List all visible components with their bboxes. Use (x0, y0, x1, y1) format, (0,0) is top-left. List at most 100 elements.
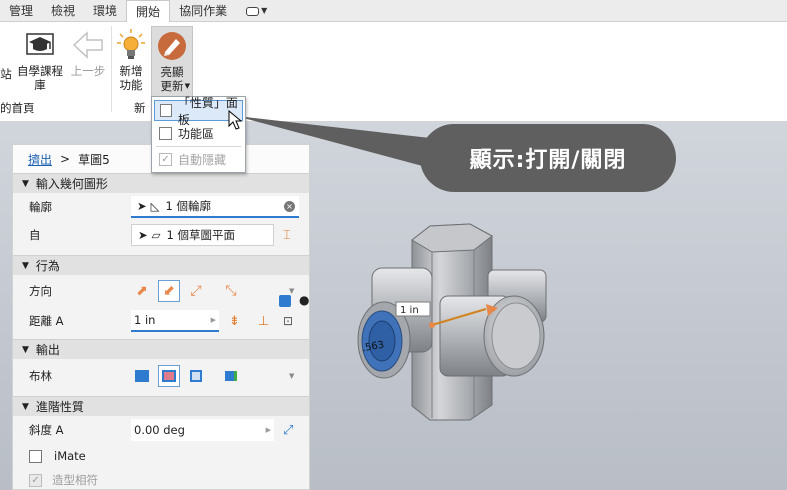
panel-toggle-icon (246, 6, 260, 16)
from-value: 1 個草圖平面 (166, 228, 235, 242)
direction-label: 方向 (29, 284, 52, 298)
profile-row: 輪廓 ➤ ◺ 1 個輪廓 × (13, 193, 309, 221)
clear-icon[interactable]: × (284, 200, 295, 212)
ribbon-display-toggle[interactable]: ▼ (236, 0, 277, 22)
tab-manage[interactable]: 管理 (0, 0, 42, 22)
section-label: 輸入幾何圖形 (35, 177, 108, 191)
menu-item-label: 功能區 (178, 127, 215, 141)
plane-icon: ▱ (151, 228, 161, 242)
boolean-join-button[interactable] (131, 365, 153, 387)
from-selector[interactable]: ➤ ▱ 1 個草圖平面 (131, 224, 274, 246)
from-label: 自 (29, 228, 41, 242)
chevron-down-icon[interactable]: ▼ (289, 287, 294, 295)
checkbox-unchecked-icon (160, 104, 172, 117)
tutorial-gallery-label: 自學課程 庫 (17, 64, 63, 92)
through-all-icon[interactable]: ⊡ (283, 314, 293, 328)
section-behavior[interactable]: ▼ 行為 (13, 255, 309, 275)
flip-icon[interactable]: ⌶ (283, 228, 291, 243)
arrow-down-left-icon: ⬋ (163, 283, 175, 299)
tab-environment[interactable]: 環境 (84, 0, 126, 22)
join-icon (135, 370, 149, 382)
section-advanced[interactable]: ▼ 進階性質 (13, 396, 309, 416)
ribbon-tab-bar: 管理 檢視 環境 開始 協同作業 ▼ (0, 0, 787, 23)
new-features-button[interactable]: 新增 功能 (114, 26, 148, 92)
dimension-label: 1 in (400, 305, 419, 316)
taper-flip-icon[interactable]: ⤢ (283, 423, 293, 438)
boolean-cut-button[interactable] (158, 365, 180, 387)
pointer-icon: ➤ (137, 199, 147, 213)
profile-label: 輪廓 (29, 200, 52, 214)
tab-start[interactable]: 開始 (126, 0, 171, 23)
chevron-down-icon: ▼ (261, 6, 268, 15)
imate-row: iMate (13, 444, 309, 468)
boolean-intersect-button[interactable] (185, 365, 207, 387)
arrow-asymmetric-icon: ⤡ (225, 283, 237, 299)
chevron-down-icon[interactable]: ▼ (289, 372, 294, 380)
menu-item-label: 自動隱藏 (178, 153, 227, 167)
imate-checkbox[interactable] (29, 449, 42, 463)
match-shape-label: 造型相符 (52, 473, 98, 487)
taper-value: 0.00 deg (134, 423, 185, 437)
highlight-updates-button[interactable]: 亮顯 更新 ▼ (151, 26, 193, 97)
ribbon-panel: 站 自學課程 庫 上一步 新增 功能 亮顯 更新 ▼ 的首頁 新 (0, 22, 787, 122)
back-button[interactable]: 上一步 (68, 26, 108, 78)
highlight-menu: 「性質」面板 功能區 ✓ 自動隱藏 (151, 96, 246, 173)
direction-asymmetric-button[interactable]: ⤡ (220, 280, 242, 302)
taper-row: 斜度 A 0.00 deg ▶ ⤢ (13, 416, 309, 444)
graduation-cap-icon (14, 26, 66, 64)
menu-item-auto-hide[interactable]: ✓ 自動隱藏 (154, 149, 243, 170)
distance-value: 1 in (134, 313, 156, 327)
collapse-triangle-icon: ▼ (22, 344, 29, 355)
taper-input[interactable]: 0.00 deg ▶ (131, 419, 274, 441)
tutorial-gallery-button[interactable]: 自學課程 庫 (14, 26, 66, 92)
truncated-label: 站 (0, 67, 12, 81)
tab-collaborate[interactable]: 協同作業 (170, 0, 236, 22)
match-shape-checkbox[interactable]: ✓ (29, 473, 42, 487)
chevron-right-icon: ▶ (210, 316, 216, 324)
boolean-label: 布林 (29, 369, 52, 383)
arrow-both-icon: ⤢ (190, 283, 202, 299)
mouse-cursor-icon (228, 110, 243, 130)
section-output[interactable]: ▼ 輸出 (13, 339, 309, 359)
chevron-down-icon: ▼ (184, 82, 190, 90)
highlight-brush-icon (152, 27, 192, 65)
group-home-label: 的首頁 (0, 101, 35, 115)
section-label: 輸出 (35, 343, 60, 357)
section-label: 行為 (35, 259, 60, 273)
intersect-icon (190, 370, 202, 382)
breadcrumb-separator: > (60, 152, 71, 166)
distance-between-icon[interactable]: ⊥ (258, 314, 269, 329)
extrude-link[interactable]: 擠出 (28, 151, 52, 168)
chevron-right-icon: ▶ (265, 426, 271, 434)
section-input-geometry[interactable]: ▼ 輸入幾何圖形 (13, 173, 309, 193)
direction-default-button[interactable]: ⬈ (131, 280, 153, 302)
imate-label: iMate (54, 449, 86, 463)
back-arrow-icon (68, 26, 108, 64)
direction-flipped-button[interactable]: ⬋ (158, 280, 180, 302)
lightbulb-icon (114, 26, 148, 64)
truncated-button[interactable]: 站 (0, 67, 12, 81)
taper-label: 斜度 A (29, 423, 64, 437)
profile-value: 1 個輪廓 (165, 199, 211, 213)
collapse-triangle-icon: ▼ (22, 401, 29, 412)
direction-symmetric-button[interactable]: ⤢ (185, 280, 207, 302)
new-solid-button[interactable] (220, 365, 242, 387)
app-window: 1 in .563 管理 檢視 環境 開始 協同作業 ▼ 站 自學課程 庫 上一… (0, 0, 787, 490)
tab-view[interactable]: 檢視 (42, 0, 84, 22)
profile-selector[interactable]: ➤ ◺ 1 個輪廓 × (131, 196, 299, 218)
collapse-triangle-icon: ▼ (22, 260, 29, 271)
new-solid-icon (225, 371, 237, 381)
collapse-triangle-icon: ▼ (22, 178, 29, 189)
back-label: 上一步 (70, 64, 106, 78)
distance-input[interactable]: 1 in ▶ (131, 310, 219, 332)
distance-to-icon[interactable]: ⇟ (229, 314, 240, 329)
checkbox-unchecked-icon (159, 127, 172, 140)
new-features-label: 新增 功能 (119, 64, 143, 92)
cut-icon (162, 370, 176, 382)
arrow-up-right-icon: ⬈ (136, 283, 148, 299)
distance-row: 距離 A 1 in ▶ ⇟ ⊥ ⊡ (13, 307, 309, 335)
checkbox-checked-icon: ✓ (159, 153, 172, 166)
from-row: 自 ➤ ▱ 1 個草圖平面 ⌶ (13, 221, 309, 249)
sketch-name: 草圖5 (78, 152, 110, 167)
profile-shape-icon: ◺ (150, 199, 160, 213)
